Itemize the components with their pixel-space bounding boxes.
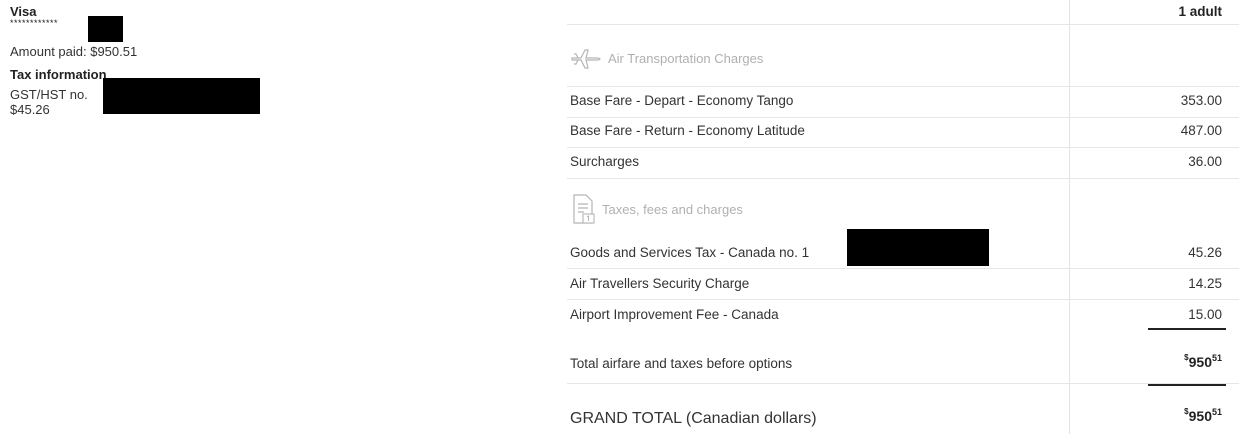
tax-row-label: Airport Improvement Fee - Canada — [570, 307, 779, 322]
grand-total-cents: 51 — [1211, 407, 1222, 417]
column-divider — [1069, 0, 1070, 434]
air-charges-section: Air Transportation Charges — [570, 45, 763, 71]
tax-row-amount: 14.25 — [1188, 276, 1222, 291]
air-charges-section-title: Air Transportation Charges — [608, 50, 764, 66]
card-number-mask: ************ — [10, 18, 59, 28]
grand-total-label: GRAND TOTAL (Canadian dollars) — [570, 410, 817, 427]
redaction-gst-canada-number — [847, 229, 989, 266]
gst-hst-label: GST/HST no. — [10, 87, 88, 102]
tax-row-amount: 45.26 — [1188, 245, 1222, 260]
row-divider — [567, 147, 1239, 148]
fare-row-amount: 487.00 — [1180, 123, 1222, 138]
amount-paid: Amount paid: $950.51 — [10, 44, 138, 59]
taxes-section-title: Taxes, fees and charges — [602, 201, 743, 217]
fare-row-label: Surcharges — [570, 154, 640, 169]
tax-row-label: Goods and Services Tax - Canada no. 1 — [570, 245, 810, 260]
tax-row-label: Air Travellers Security Charge — [570, 276, 750, 291]
subtotal-whole: 950 — [1188, 354, 1212, 370]
redaction-card-number — [88, 16, 123, 42]
card-type: Visa — [10, 4, 37, 19]
fare-row-amount: 36.00 — [1188, 154, 1222, 169]
row-divider — [567, 383, 1239, 384]
airplane-icon — [570, 45, 602, 71]
subtotal-label: Total airfare and taxes before options — [570, 356, 793, 371]
row-divider — [567, 117, 1239, 118]
tax-info-heading: Tax information — [10, 67, 107, 82]
row-divider — [567, 268, 1239, 269]
redaction-gst-number — [103, 78, 260, 114]
header-divider — [567, 24, 1239, 25]
subtotal-cents: 51 — [1211, 353, 1222, 363]
grand-total-whole: 950 — [1188, 408, 1212, 424]
row-divider — [567, 86, 1239, 87]
subtotal-rule — [1148, 328, 1226, 330]
fare-row-label: Base Fare - Depart - Economy Tango — [570, 93, 794, 108]
fare-row-amount: 353.00 — [1180, 93, 1222, 108]
grand-total-amount: $95051 — [1184, 407, 1222, 426]
grand-total-rule — [1148, 384, 1226, 386]
receipt-icon — [570, 193, 596, 225]
gst-amount: $45.26 — [10, 102, 50, 117]
passenger-column-header: 1 adult — [1178, 4, 1222, 19]
taxes-section: Taxes, fees and charges — [570, 193, 743, 225]
fare-row-label: Base Fare - Return - Economy Latitude — [570, 123, 805, 138]
row-divider — [567, 299, 1239, 300]
row-divider — [567, 178, 1239, 179]
subtotal-amount: $95051 — [1184, 353, 1222, 372]
tax-row-amount: 15.00 — [1188, 307, 1222, 322]
